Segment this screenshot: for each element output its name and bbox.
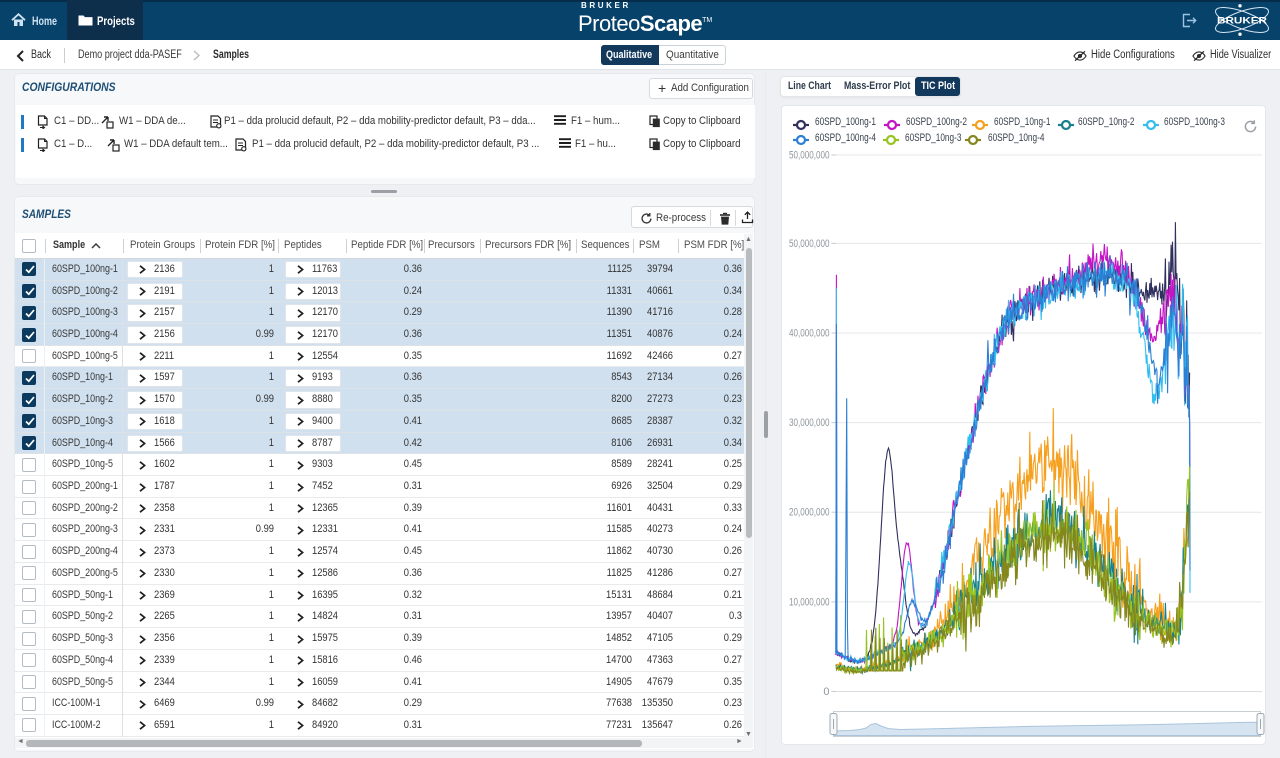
svg-text:40,000,000: 40,000,000 <box>789 328 830 340</box>
svg-text:20,000,000: 20,000,000 <box>789 507 830 519</box>
svg-text:50,000,000: 50,000,000 <box>789 238 830 250</box>
svg-text:50,000,000: 50,000,000 <box>789 150 830 162</box>
svg-text:10,000,000: 10,000,000 <box>789 596 830 608</box>
svg-text:30,000,000: 30,000,000 <box>789 417 830 429</box>
svg-text:0: 0 <box>823 686 829 698</box>
svg-text:BRUKER: BRUKER <box>1217 16 1267 27</box>
